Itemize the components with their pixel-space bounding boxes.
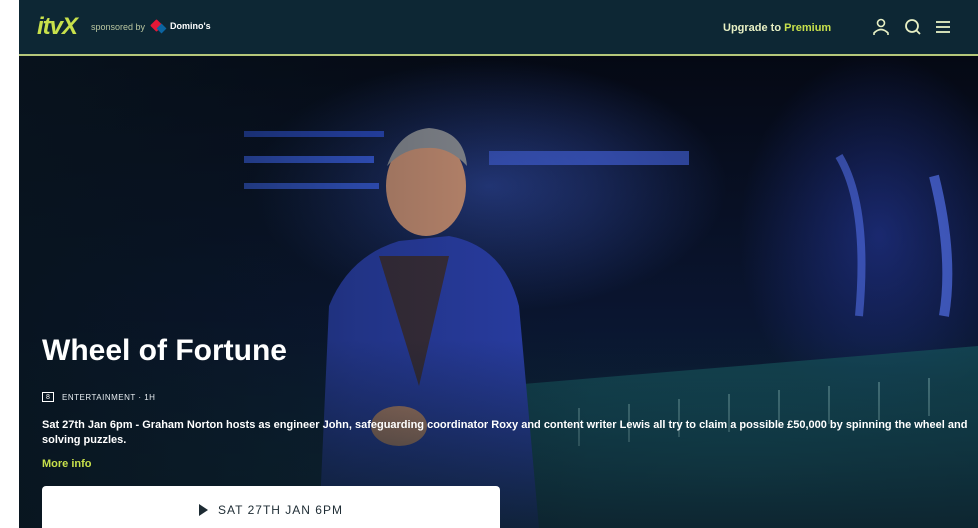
search-icon[interactable] xyxy=(903,17,923,37)
upgrade-prefix: Upgrade to xyxy=(723,22,782,34)
menu-icon[interactable] xyxy=(933,17,953,37)
more-info-link[interactable]: More info xyxy=(42,458,92,470)
hero-banner: Wheel of Fortune 8 ENTERTAINMENT · 1H Sa… xyxy=(19,56,978,528)
age-rating-badge: 8 xyxy=(42,392,54,402)
dominos-tile-icon-secondary xyxy=(156,23,167,34)
episode-description: Sat 27th Jan 6pm - Graham Norton hosts a… xyxy=(42,419,968,446)
play-icon xyxy=(199,503,209,516)
sponsor-brand: Domino's xyxy=(170,20,211,31)
itvx-logo[interactable]: itvX xyxy=(37,13,78,41)
account-icon[interactable] xyxy=(871,17,891,37)
app-frame: itvX sponsored by Domino's Upgrade to Pr… xyxy=(19,0,978,528)
top-navigation-bar: itvX sponsored by Domino's Upgrade to Pr… xyxy=(19,0,978,56)
airing-time-label: SAT 27TH JAN 6PM xyxy=(218,502,343,517)
airing-time-button[interactable]: SAT 27TH JAN 6PM xyxy=(42,486,500,528)
logo-text: itvX xyxy=(37,13,78,40)
hero-gradient-overlay xyxy=(19,56,978,528)
show-title: Wheel of Fortune xyxy=(42,334,287,367)
upgrade-premium-link[interactable]: Upgrade to Premium xyxy=(723,22,831,34)
sponsor-logo: Domino's xyxy=(150,19,211,34)
sponsor-text: sponsored by xyxy=(91,22,146,32)
genre-duration: ENTERTAINMENT · 1H xyxy=(62,392,156,402)
show-meta: 8 ENTERTAINMENT · 1H xyxy=(42,392,155,402)
upgrade-premium-highlight: Premium xyxy=(784,22,832,34)
